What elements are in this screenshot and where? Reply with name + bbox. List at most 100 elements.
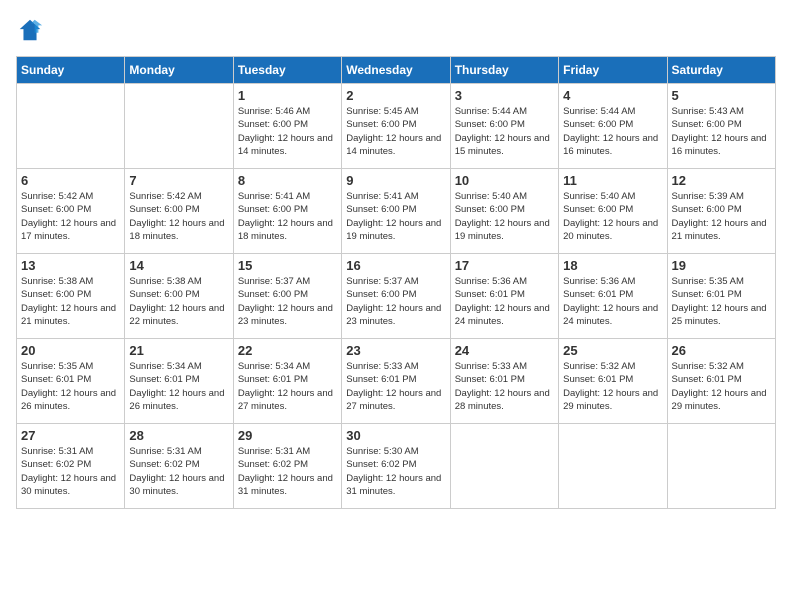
calendar-cell: 10 Sunrise: 5:40 AM Sunset: 6:00 PM Dayli…	[450, 169, 558, 254]
day-number: 20	[21, 343, 120, 358]
calendar-cell: 24 Sunrise: 5:33 AM Sunset: 6:01 PM Dayli…	[450, 339, 558, 424]
day-number: 25	[563, 343, 662, 358]
calendar-cell: 5 Sunrise: 5:43 AM Sunset: 6:00 PM Daylig…	[667, 84, 775, 169]
day-info: Sunrise: 5:45 AM Sunset: 6:00 PM Dayligh…	[346, 105, 445, 158]
calendar-cell: 23 Sunrise: 5:33 AM Sunset: 6:01 PM Dayli…	[342, 339, 450, 424]
calendar-cell: 4 Sunrise: 5:44 AM Sunset: 6:00 PM Daylig…	[559, 84, 667, 169]
week-row-5: 27 Sunrise: 5:31 AM Sunset: 6:02 PM Dayli…	[17, 424, 776, 509]
day-number: 29	[238, 428, 337, 443]
day-info: Sunrise: 5:31 AM Sunset: 6:02 PM Dayligh…	[21, 445, 120, 498]
week-row-4: 20 Sunrise: 5:35 AM Sunset: 6:01 PM Dayli…	[17, 339, 776, 424]
calendar-cell: 3 Sunrise: 5:44 AM Sunset: 6:00 PM Daylig…	[450, 84, 558, 169]
day-number: 12	[672, 173, 771, 188]
day-number: 2	[346, 88, 445, 103]
day-info: Sunrise: 5:44 AM Sunset: 6:00 PM Dayligh…	[455, 105, 554, 158]
day-info: Sunrise: 5:41 AM Sunset: 6:00 PM Dayligh…	[346, 190, 445, 243]
logo	[16, 16, 48, 44]
calendar-cell: 9 Sunrise: 5:41 AM Sunset: 6:00 PM Daylig…	[342, 169, 450, 254]
day-number: 16	[346, 258, 445, 273]
day-number: 11	[563, 173, 662, 188]
calendar-cell: 6 Sunrise: 5:42 AM Sunset: 6:00 PM Daylig…	[17, 169, 125, 254]
day-number: 18	[563, 258, 662, 273]
calendar-table: SundayMondayTuesdayWednesdayThursdayFrid…	[16, 56, 776, 509]
calendar-cell: 18 Sunrise: 5:36 AM Sunset: 6:01 PM Dayli…	[559, 254, 667, 339]
calendar-cell: 29 Sunrise: 5:31 AM Sunset: 6:02 PM Dayli…	[233, 424, 341, 509]
day-info: Sunrise: 5:32 AM Sunset: 6:01 PM Dayligh…	[563, 360, 662, 413]
day-info: Sunrise: 5:41 AM Sunset: 6:00 PM Dayligh…	[238, 190, 337, 243]
weekday-header-sunday: Sunday	[17, 57, 125, 84]
day-info: Sunrise: 5:33 AM Sunset: 6:01 PM Dayligh…	[455, 360, 554, 413]
day-number: 27	[21, 428, 120, 443]
week-row-3: 13 Sunrise: 5:38 AM Sunset: 6:00 PM Dayli…	[17, 254, 776, 339]
day-number: 23	[346, 343, 445, 358]
weekday-header-thursday: Thursday	[450, 57, 558, 84]
calendar-cell: 8 Sunrise: 5:41 AM Sunset: 6:00 PM Daylig…	[233, 169, 341, 254]
day-number: 30	[346, 428, 445, 443]
calendar-cell: 27 Sunrise: 5:31 AM Sunset: 6:02 PM Dayli…	[17, 424, 125, 509]
day-number: 4	[563, 88, 662, 103]
day-info: Sunrise: 5:31 AM Sunset: 6:02 PM Dayligh…	[129, 445, 228, 498]
calendar-cell: 14 Sunrise: 5:38 AM Sunset: 6:00 PM Dayli…	[125, 254, 233, 339]
weekday-header-row: SundayMondayTuesdayWednesdayThursdayFrid…	[17, 57, 776, 84]
day-number: 5	[672, 88, 771, 103]
calendar-cell: 25 Sunrise: 5:32 AM Sunset: 6:01 PM Dayli…	[559, 339, 667, 424]
day-info: Sunrise: 5:43 AM Sunset: 6:00 PM Dayligh…	[672, 105, 771, 158]
week-row-1: 1Sunrise: 5:46 AM Sunset: 6:00 PM Daylig…	[17, 84, 776, 169]
day-info: Sunrise: 5:42 AM Sunset: 6:00 PM Dayligh…	[129, 190, 228, 243]
calendar-cell: 13 Sunrise: 5:38 AM Sunset: 6:00 PM Dayli…	[17, 254, 125, 339]
day-number: 22	[238, 343, 337, 358]
day-number: 14	[129, 258, 228, 273]
calendar-cell: 15Sunrise: 5:37 AM Sunset: 6:00 PM Dayli…	[233, 254, 341, 339]
calendar-cell: 28 Sunrise: 5:31 AM Sunset: 6:02 PM Dayli…	[125, 424, 233, 509]
calendar-cell: 20 Sunrise: 5:35 AM Sunset: 6:01 PM Dayli…	[17, 339, 125, 424]
day-number: 8	[238, 173, 337, 188]
day-info: Sunrise: 5:34 AM Sunset: 6:01 PM Dayligh…	[129, 360, 228, 413]
day-info: Sunrise: 5:33 AM Sunset: 6:01 PM Dayligh…	[346, 360, 445, 413]
weekday-header-saturday: Saturday	[667, 57, 775, 84]
calendar-cell: 11 Sunrise: 5:40 AM Sunset: 6:00 PM Dayli…	[559, 169, 667, 254]
calendar-cell: 2 Sunrise: 5:45 AM Sunset: 6:00 PM Daylig…	[342, 84, 450, 169]
day-number: 24	[455, 343, 554, 358]
day-number: 28	[129, 428, 228, 443]
calendar-cell	[559, 424, 667, 509]
day-info: Sunrise: 5:38 AM Sunset: 6:00 PM Dayligh…	[129, 275, 228, 328]
day-info: Sunrise: 5:40 AM Sunset: 6:00 PM Dayligh…	[563, 190, 662, 243]
day-number: 13	[21, 258, 120, 273]
day-number: 17	[455, 258, 554, 273]
week-row-2: 6 Sunrise: 5:42 AM Sunset: 6:00 PM Daylig…	[17, 169, 776, 254]
calendar-cell: 26 Sunrise: 5:32 AM Sunset: 6:01 PM Dayli…	[667, 339, 775, 424]
day-number: 7	[129, 173, 228, 188]
day-info: Sunrise: 5:39 AM Sunset: 6:00 PM Dayligh…	[672, 190, 771, 243]
calendar-cell: 22 Sunrise: 5:34 AM Sunset: 6:01 PM Dayli…	[233, 339, 341, 424]
day-number: 15	[238, 258, 337, 273]
day-number: 3	[455, 88, 554, 103]
logo-icon	[16, 16, 44, 44]
day-info: Sunrise: 5:44 AM Sunset: 6:00 PM Dayligh…	[563, 105, 662, 158]
calendar-cell	[450, 424, 558, 509]
day-number: 10	[455, 173, 554, 188]
calendar-cell: 17 Sunrise: 5:36 AM Sunset: 6:01 PM Dayli…	[450, 254, 558, 339]
day-info: Sunrise: 5:38 AM Sunset: 6:00 PM Dayligh…	[21, 275, 120, 328]
weekday-header-monday: Monday	[125, 57, 233, 84]
weekday-header-friday: Friday	[559, 57, 667, 84]
calendar-cell: 21 Sunrise: 5:34 AM Sunset: 6:01 PM Dayli…	[125, 339, 233, 424]
day-number: 21	[129, 343, 228, 358]
day-info: Sunrise: 5:42 AM Sunset: 6:00 PM Dayligh…	[21, 190, 120, 243]
day-info: Sunrise: 5:31 AM Sunset: 6:02 PM Dayligh…	[238, 445, 337, 498]
day-info: Sunrise: 5:32 AM Sunset: 6:01 PM Dayligh…	[672, 360, 771, 413]
day-info: Sunrise: 5:36 AM Sunset: 6:01 PM Dayligh…	[563, 275, 662, 328]
day-info: Sunrise: 5:36 AM Sunset: 6:01 PM Dayligh…	[455, 275, 554, 328]
day-number: 6	[21, 173, 120, 188]
calendar-cell: 1Sunrise: 5:46 AM Sunset: 6:00 PM Daylig…	[233, 84, 341, 169]
day-info: Sunrise: 5:34 AM Sunset: 6:01 PM Dayligh…	[238, 360, 337, 413]
calendar-cell: 12 Sunrise: 5:39 AM Sunset: 6:00 PM Dayli…	[667, 169, 775, 254]
day-info: Sunrise: 5:40 AM Sunset: 6:00 PM Dayligh…	[455, 190, 554, 243]
day-info: Sunrise: 5:35 AM Sunset: 6:01 PM Dayligh…	[21, 360, 120, 413]
calendar-cell: 19Sunrise: 5:35 AM Sunset: 6:01 PM Dayli…	[667, 254, 775, 339]
calendar-cell: 7 Sunrise: 5:42 AM Sunset: 6:00 PM Daylig…	[125, 169, 233, 254]
day-number: 26	[672, 343, 771, 358]
day-number: 9	[346, 173, 445, 188]
day-info: Sunrise: 5:37 AM Sunset: 6:00 PM Dayligh…	[346, 275, 445, 328]
calendar-cell: 16 Sunrise: 5:37 AM Sunset: 6:00 PM Dayli…	[342, 254, 450, 339]
calendar-cell	[125, 84, 233, 169]
